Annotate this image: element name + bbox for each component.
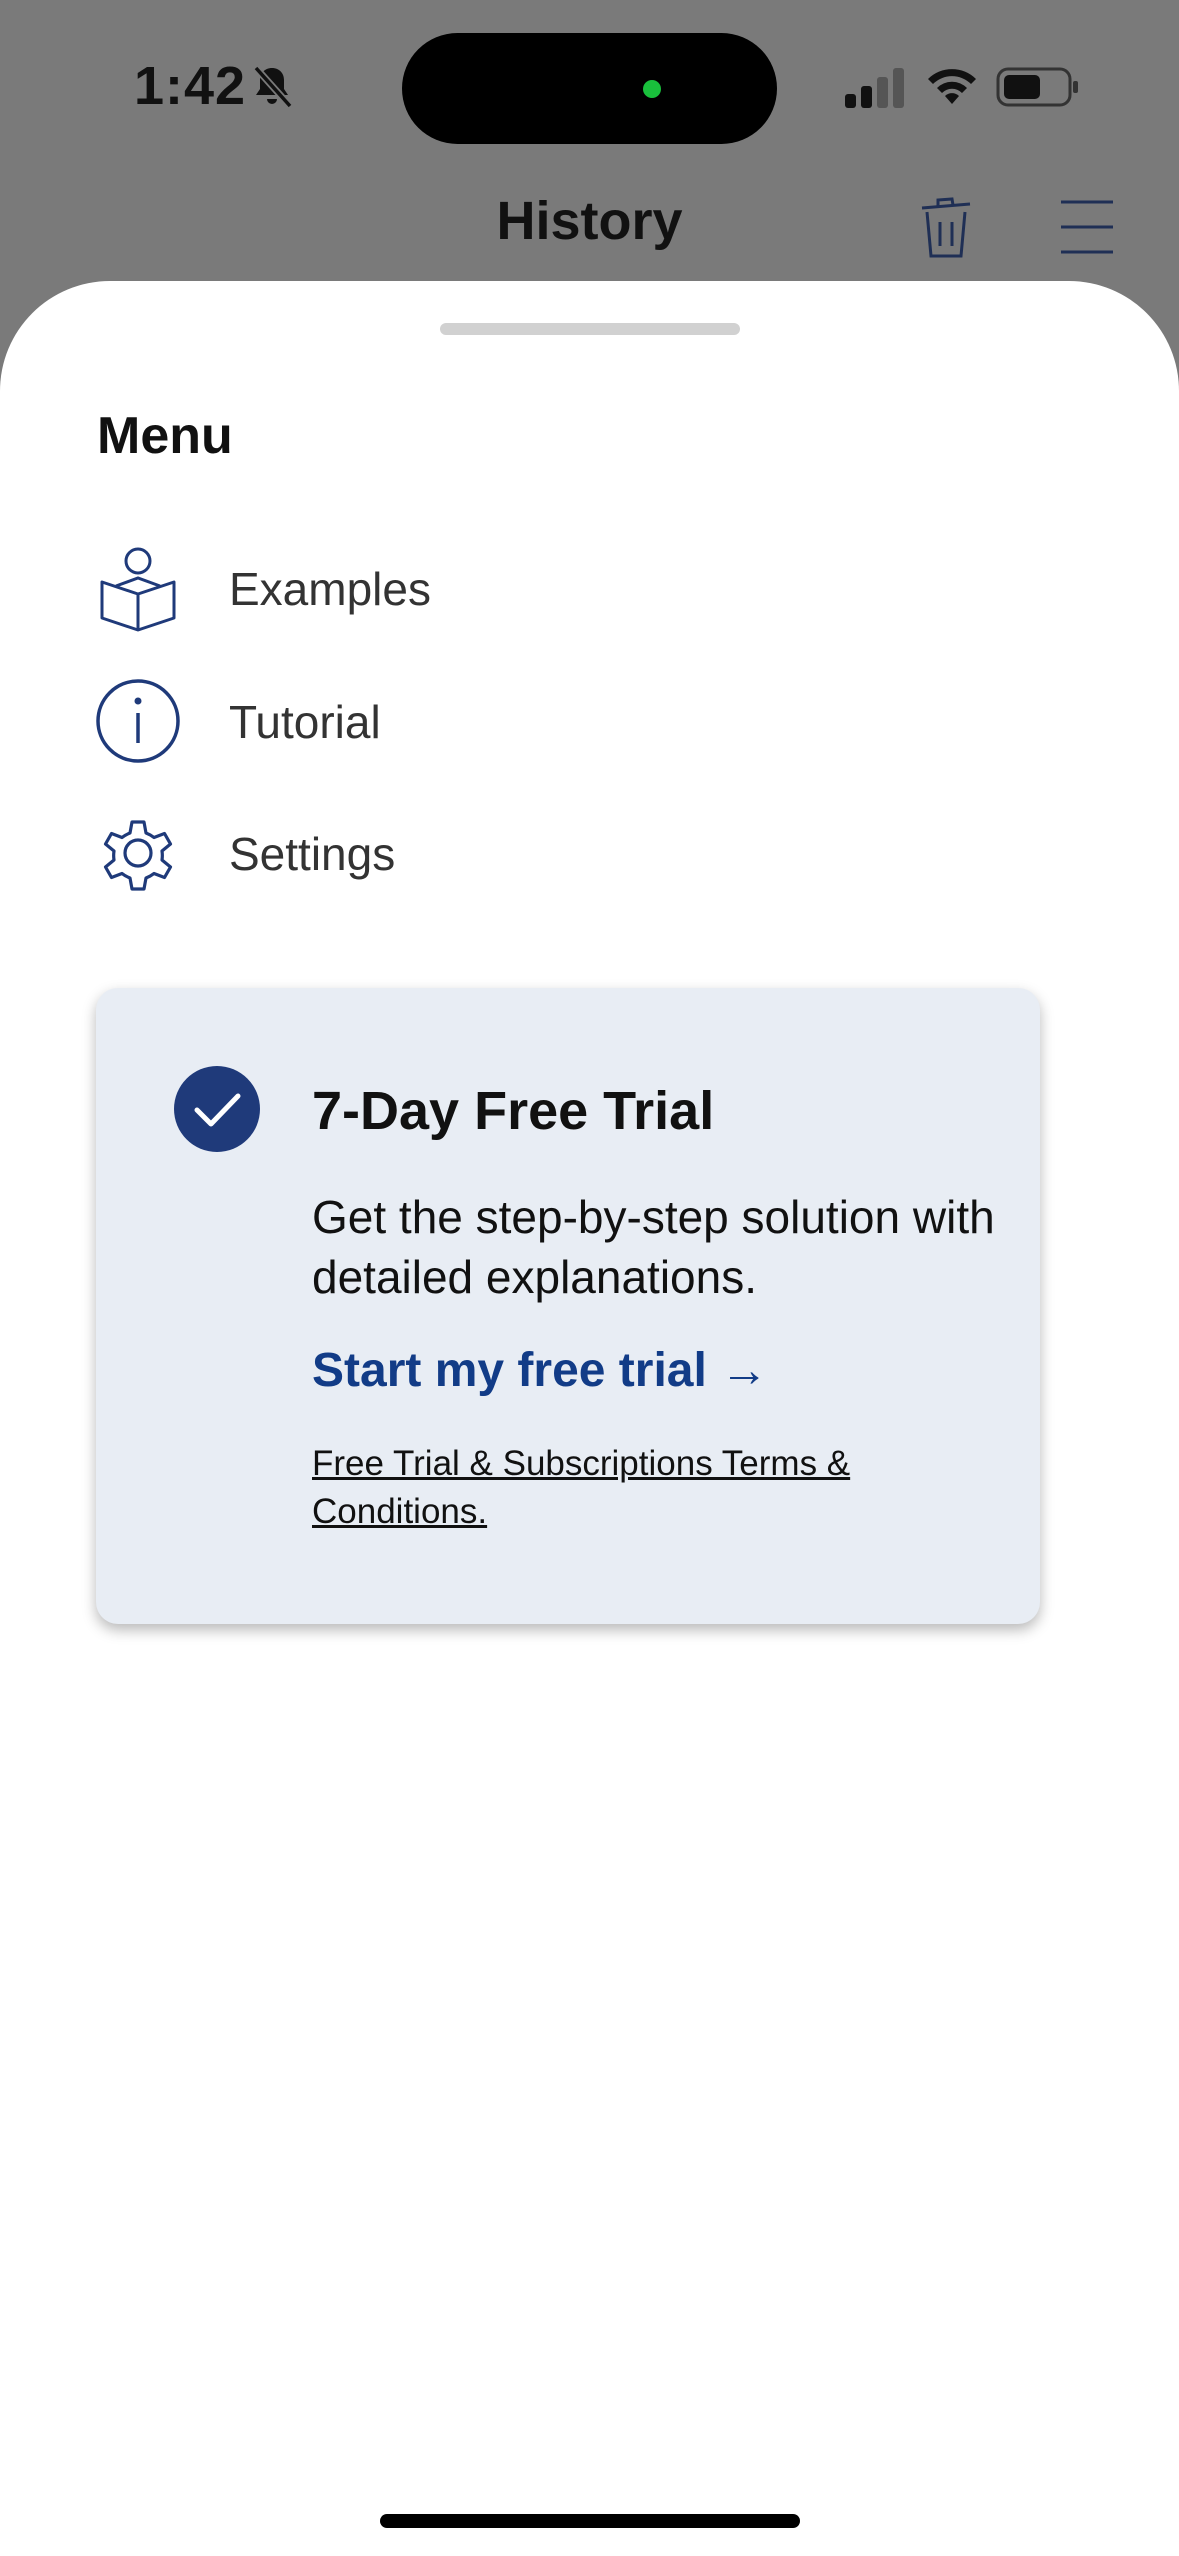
free-trial-card: 7-Day Free Trial Get the step-by-step so… (96, 988, 1040, 1624)
menu-item-examples[interactable]: Examples (90, 536, 590, 636)
status-bar: 1:42 (0, 0, 1179, 180)
trial-title: 7-Day Free Trial (312, 1081, 715, 1141)
page-title: History (496, 191, 683, 251)
menu-item-label: Settings (229, 828, 396, 880)
menu-sheet: Menu Examples Tutorial Settings 7-Day Fr… (0, 281, 1179, 2556)
sheet-grabber[interactable] (440, 323, 740, 335)
battery-icon (996, 67, 1078, 107)
menu-item-settings[interactable]: Settings (90, 801, 590, 901)
info-icon (96, 679, 180, 763)
dynamic-island (402, 33, 777, 144)
trash-icon[interactable] (918, 196, 974, 260)
menu-item-label: Examples (229, 563, 431, 615)
menu-item-label: Tutorial (229, 696, 381, 748)
book-reader-icon (100, 547, 176, 632)
wifi-icon (928, 69, 976, 104)
start-free-trial-link[interactable]: Start my free trial → (312, 1343, 768, 1398)
cellular-signal-icon (845, 68, 904, 108)
hamburger-menu-icon[interactable] (1061, 200, 1113, 254)
camera-indicator-icon (643, 80, 661, 98)
bell-muted-icon (253, 65, 293, 109)
trial-description: Get the step-by-step solution with detai… (312, 1191, 995, 1303)
status-time: 1:42 (134, 56, 247, 116)
gear-icon (103, 820, 173, 891)
check-circle-icon (174, 1066, 260, 1152)
menu-title: Menu (97, 407, 233, 465)
terms-conditions-link[interactable]: Free Trial & Subscriptions Terms & Condi… (312, 1440, 952, 1536)
menu-item-tutorial[interactable]: Tutorial (90, 669, 590, 769)
home-indicator[interactable] (380, 2514, 800, 2528)
